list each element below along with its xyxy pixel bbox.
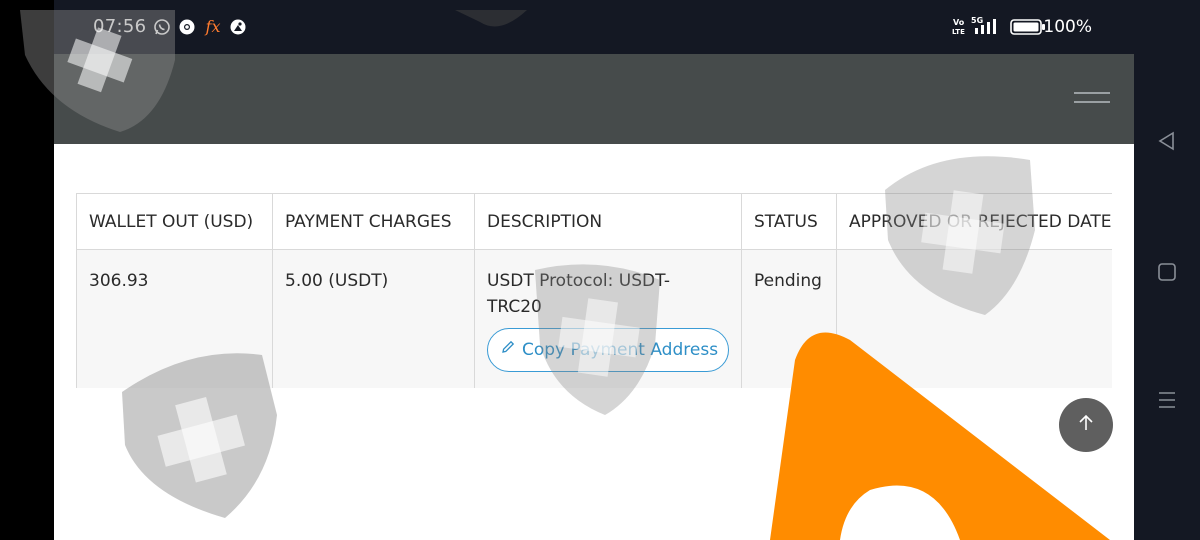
navigation-bar: [1134, 0, 1200, 540]
copy-payment-address-button[interactable]: Copy Payment Address: [487, 328, 730, 372]
col-approved-date: APPROVED OR REJECTED DATE: [836, 193, 1112, 250]
hamburger-icon[interactable]: [1074, 86, 1112, 108]
table-header-row: WALLET OUT (USD) PAYMENT CHARGES DESCRIP…: [76, 193, 1112, 250]
cell-description: USDT Protocol: USDT-TRC20 Copy Payment A…: [474, 249, 742, 388]
status-bar: 07:56 fx Vo LTE 5G 100%: [54, 0, 1134, 54]
recents-icon[interactable]: [1156, 389, 1178, 415]
svg-text:LTE: LTE: [952, 28, 965, 36]
arrow-up-icon: [1076, 413, 1096, 437]
col-payment-charges: PAYMENT CHARGES: [272, 193, 475, 250]
copy-payment-address-label: Copy Payment Address: [522, 340, 719, 360]
withdrawal-table-container[interactable]: WALLET OUT (USD) PAYMENT CHARGES DESCRIP…: [76, 193, 1112, 388]
home-icon[interactable]: [1156, 261, 1178, 287]
table-row: 306.93 5.00 (USDT) USDT Protocol: USDT-T…: [76, 249, 1112, 388]
col-wallet-out: WALLET OUT (USD): [76, 193, 273, 250]
col-status: STATUS: [741, 193, 837, 250]
signal-5g-label: 5G: [971, 16, 983, 25]
left-bezel: [0, 0, 54, 540]
chrome-icon: [177, 17, 197, 37]
svg-text:Vo: Vo: [953, 18, 965, 27]
app-icon: [228, 17, 248, 37]
scroll-to-top-button[interactable]: [1059, 398, 1113, 452]
cell-payment-charges: 5.00 (USDT): [272, 249, 475, 388]
volte-icon: Vo LTE: [952, 17, 966, 41]
col-description: DESCRIPTION: [474, 193, 742, 250]
clock: 07:56: [93, 16, 147, 37]
pencil-icon: [500, 337, 516, 363]
site-header: [54, 54, 1134, 144]
battery-percent: 100%: [1043, 17, 1092, 37]
description-text: USDT Protocol: USDT-TRC20: [487, 271, 671, 317]
back-icon[interactable]: [1156, 130, 1178, 156]
cell-approved-date: [836, 249, 1112, 388]
battery-icon: [1010, 19, 1046, 39]
signal-icon: 5G: [969, 14, 1005, 42]
cell-status: Pending: [741, 249, 837, 388]
withdrawal-table: WALLET OUT (USD) PAYMENT CHARGES DESCRIP…: [76, 193, 1112, 388]
phone-screen: 07:56 fx Vo LTE 5G 100% WALLET OUT (USD)…: [54, 0, 1134, 540]
cell-wallet-out: 306.93: [76, 249, 273, 388]
fx-icon: fx: [205, 17, 221, 36]
whatsapp-icon: [152, 17, 172, 37]
